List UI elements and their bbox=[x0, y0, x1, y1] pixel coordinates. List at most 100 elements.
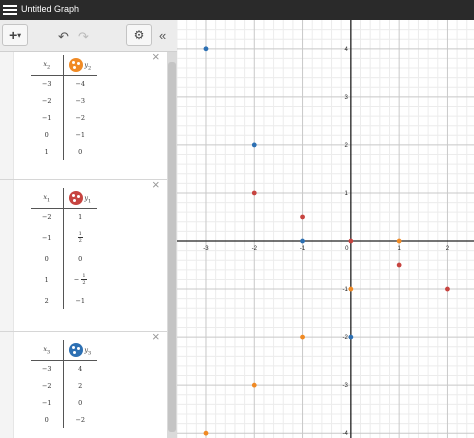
expression-gutter[interactable] bbox=[0, 332, 14, 438]
data-point-series-2 bbox=[300, 214, 305, 220]
x-tick-label: -1 bbox=[300, 246, 306, 252]
table-cell[interactable]: 12 bbox=[63, 225, 97, 250]
color-swatch-icon[interactable] bbox=[69, 57, 84, 72]
table-header-row: x3 y3 bbox=[31, 340, 97, 361]
expression-list: × x2 y2 −3 −4 −2 −3 −1 −2 0 −1 10 × x1 y1 −2… bbox=[0, 52, 167, 438]
data-point-series-2 bbox=[251, 190, 257, 196]
data-point-series-2 bbox=[396, 262, 402, 268]
graph-canvas[interactable]: -3 -2 -1 0 1 24321-1-2-3-4 bbox=[177, 20, 474, 438]
chevron-down-icon: ▾ bbox=[17, 32, 21, 40]
table-cell[interactable]: 0 bbox=[31, 126, 64, 143]
data-table[interactable]: x3 y3 −3 4 −2 2 −1 0 0 −2 bbox=[31, 340, 97, 428]
y-tick-label: -4 bbox=[343, 431, 349, 437]
table-row: 0 −1 bbox=[31, 126, 97, 143]
table-cell[interactable]: 0 bbox=[63, 143, 97, 160]
data-point-series-1 bbox=[348, 286, 354, 292]
top-bar: Untitled Graph bbox=[0, 0, 474, 20]
data-point-series-1 bbox=[396, 238, 402, 244]
expression-toolbar: +▾ ↶ ↷ ⚙ « bbox=[0, 20, 177, 52]
table-row: 0 −2 bbox=[31, 411, 97, 428]
data-point-series-1 bbox=[300, 334, 305, 340]
scrollbar-thumb[interactable] bbox=[168, 62, 176, 432]
data-point-series-2 bbox=[445, 286, 450, 292]
settings-button[interactable]: ⚙ bbox=[126, 24, 152, 46]
table-cell[interactable]: 2 bbox=[31, 292, 64, 309]
table-row: −2 −3 bbox=[31, 92, 97, 109]
data-point-series-3 bbox=[251, 142, 257, 148]
data-point-series-3 bbox=[348, 334, 354, 340]
table-row: 1− 12 bbox=[31, 267, 97, 292]
column-header-y[interactable]: y3 bbox=[63, 340, 97, 361]
menu-icon[interactable] bbox=[3, 3, 17, 17]
table-cell[interactable]: 0 bbox=[31, 411, 64, 428]
y-tick-label: -2 bbox=[343, 335, 349, 341]
table-cell[interactable]: −1 bbox=[31, 225, 64, 250]
expression-table-2[interactable]: × x1 y1 −2 1 −1 1 2 00 1− 12 2 −1 bbox=[0, 177, 167, 332]
color-swatch-icon[interactable] bbox=[69, 342, 84, 357]
table-cell[interactable]: −3 bbox=[31, 360, 64, 377]
table-cell[interactable]: −2 bbox=[63, 109, 97, 126]
data-point-series-3 bbox=[203, 46, 209, 52]
color-swatch-icon[interactable] bbox=[69, 190, 84, 205]
table-cell[interactable]: −2 bbox=[31, 377, 64, 394]
table-row: −1 −2 bbox=[31, 109, 97, 126]
table-cell[interactable]: − 12 bbox=[63, 267, 97, 292]
y-tick-label: -1 bbox=[343, 287, 349, 293]
collapse-list-icon[interactable]: « bbox=[159, 28, 166, 43]
column-header-y[interactable]: y1 bbox=[63, 188, 97, 209]
table-row: −1 1 2 bbox=[31, 225, 97, 250]
table-cell[interactable]: 1 bbox=[31, 267, 64, 292]
data-table[interactable]: x1 y1 −2 1 −1 1 2 00 1− 12 2 −1 bbox=[31, 188, 97, 309]
redo-icon[interactable]: ↷ bbox=[78, 29, 89, 45]
table-cell[interactable]: −3 bbox=[31, 75, 64, 92]
x-tick-label: -3 bbox=[203, 246, 209, 252]
close-icon[interactable]: × bbox=[152, 52, 160, 64]
column-header-y[interactable]: y2 bbox=[63, 55, 97, 76]
gear-icon: ⚙ bbox=[133, 28, 145, 42]
column-header-x[interactable]: x2 bbox=[31, 55, 64, 76]
table-cell[interactable]: −3 bbox=[63, 92, 97, 109]
table-row: −3 4 bbox=[31, 360, 97, 377]
table-cell[interactable]: 2 bbox=[63, 377, 97, 394]
expression-gutter[interactable] bbox=[0, 52, 14, 179]
table-cell[interactable]: 4 bbox=[63, 360, 97, 377]
x-tick-label: -2 bbox=[252, 246, 258, 252]
table-cell[interactable]: 1 bbox=[63, 208, 97, 225]
expression-gutter[interactable] bbox=[0, 180, 14, 331]
table-header-row: x2 y2 bbox=[31, 55, 97, 76]
data-table[interactable]: x2 y2 −3 −4 −2 −3 −1 −2 0 −1 10 bbox=[31, 55, 97, 160]
data-point-series-1 bbox=[203, 430, 209, 436]
table-row: −3 −4 bbox=[31, 75, 97, 92]
close-icon[interactable]: × bbox=[152, 329, 160, 344]
table-row: −2 1 bbox=[31, 208, 97, 225]
table-cell[interactable]: −1 bbox=[63, 126, 97, 143]
table-row: 00 bbox=[31, 250, 97, 267]
table-cell[interactable]: 1 bbox=[31, 143, 64, 160]
table-cell[interactable]: 0 bbox=[31, 250, 64, 267]
table-header-row: x1 y1 bbox=[31, 188, 97, 209]
close-icon[interactable]: × bbox=[152, 177, 160, 192]
expression-table-1[interactable]: × x2 y2 −3 −4 −2 −3 −1 −2 0 −1 10 bbox=[0, 52, 167, 180]
expression-list-scrollbar[interactable] bbox=[167, 52, 177, 438]
graph-title[interactable]: Untitled Graph bbox=[21, 4, 79, 14]
table-cell[interactable]: −2 bbox=[63, 411, 97, 428]
table-row: 2 −1 bbox=[31, 292, 97, 309]
table-cell[interactable]: −1 bbox=[31, 394, 64, 411]
expression-table-3[interactable]: × x3 y3 −3 4 −2 2 −1 0 0 −2 bbox=[0, 329, 167, 438]
table-cell[interactable]: −2 bbox=[31, 92, 64, 109]
table-cell[interactable]: −1 bbox=[31, 109, 64, 126]
column-header-x[interactable]: x1 bbox=[31, 188, 64, 209]
add-item-button[interactable]: +▾ bbox=[2, 24, 28, 46]
table-cell[interactable]: −4 bbox=[63, 75, 97, 92]
column-header-x[interactable]: x3 bbox=[31, 340, 64, 361]
data-point-series-2 bbox=[348, 238, 354, 244]
undo-icon[interactable]: ↶ bbox=[58, 29, 69, 45]
table-cell[interactable]: −1 bbox=[63, 292, 97, 309]
fraction-one-half: 12 bbox=[81, 273, 87, 286]
table-cell[interactable]: 0 bbox=[63, 250, 97, 267]
y-tick-label: -3 bbox=[343, 383, 349, 389]
table-cell[interactable]: 0 bbox=[63, 394, 97, 411]
fraction-one-half: 12 bbox=[77, 231, 83, 244]
table-cell[interactable]: −2 bbox=[31, 208, 64, 225]
table-row: 10 bbox=[31, 143, 97, 160]
